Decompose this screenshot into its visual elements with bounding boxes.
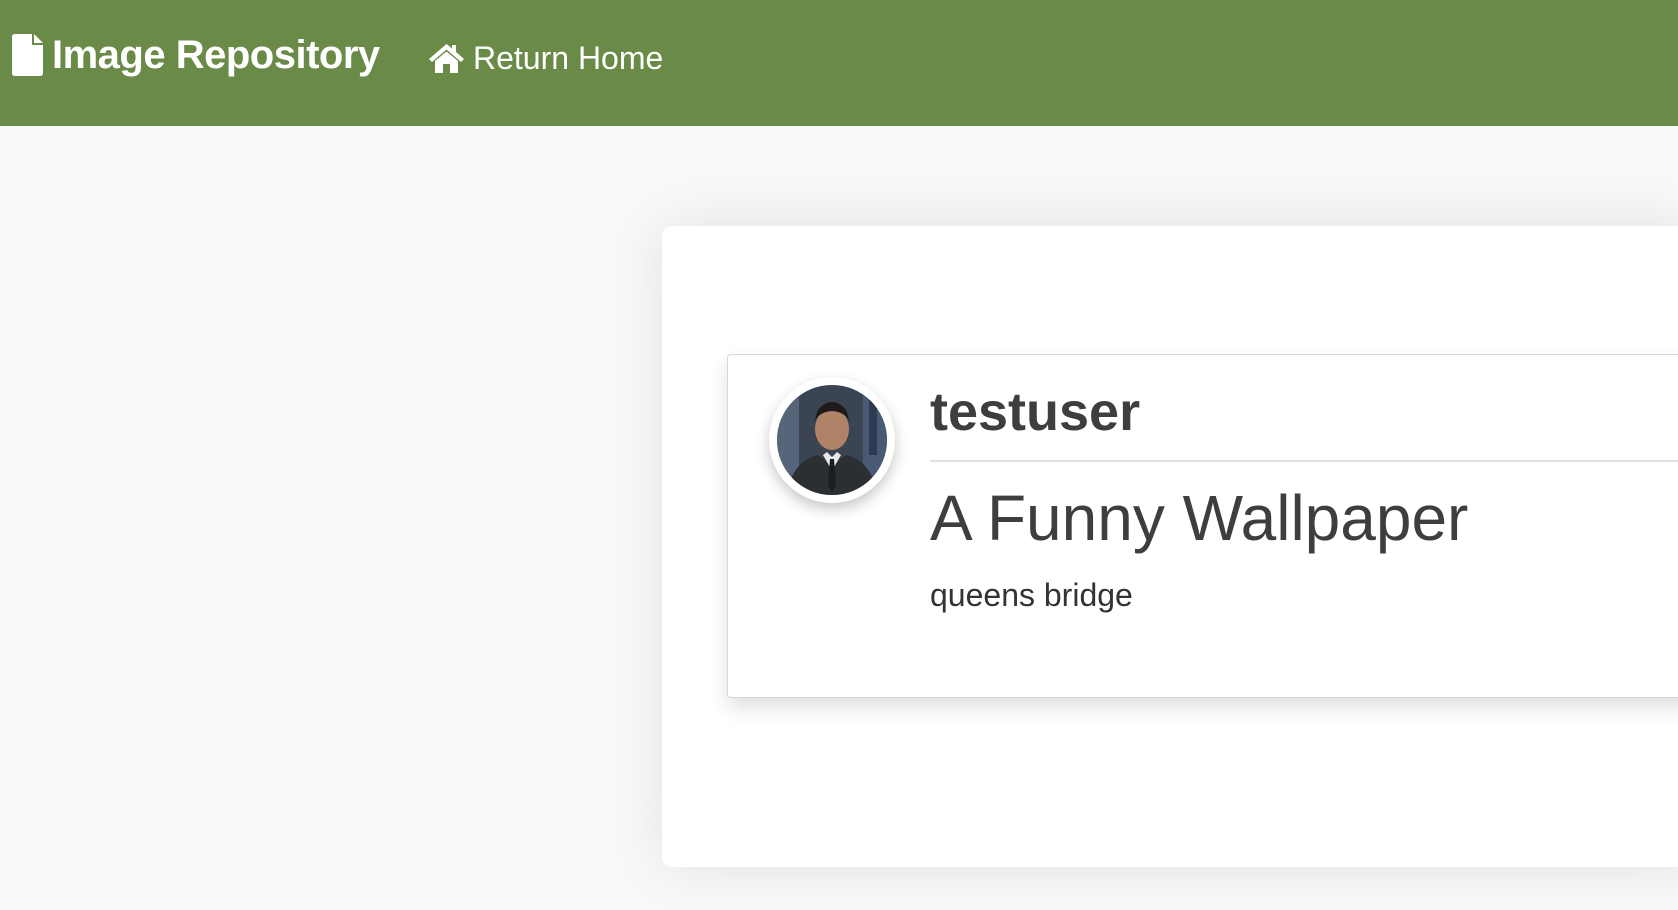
- file-icon: [12, 34, 43, 76]
- post-title: A Funny Wallpaper: [930, 482, 1469, 554]
- home-icon: [429, 44, 464, 73]
- avatar-photo: [777, 385, 887, 495]
- avatar: [769, 377, 895, 503]
- divider: [930, 460, 1678, 462]
- post-username[interactable]: testuser: [930, 382, 1140, 442]
- return-home-link[interactable]: Return Home: [428, 36, 663, 80]
- brand-link[interactable]: Image Repository: [12, 30, 380, 80]
- brand-label: Image Repository: [52, 32, 380, 77]
- top-navbar: Image Repository Return Home: [0, 0, 1678, 126]
- return-home-label: Return Home: [473, 39, 664, 76]
- post-description: queens bridge: [930, 577, 1133, 613]
